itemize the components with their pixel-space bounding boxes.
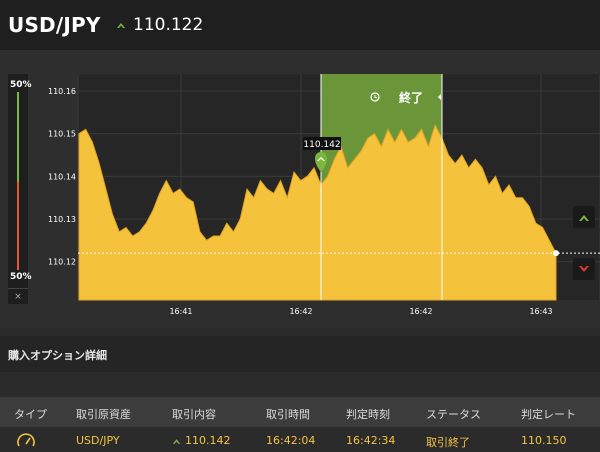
- entry-rate-label: 110.142: [303, 140, 340, 150]
- col-asset: 取引原資産: [76, 408, 131, 421]
- col-judge-rate: 判定レート: [521, 408, 576, 421]
- y-tick-label: 110.13: [48, 215, 76, 224]
- y-tick-label: 110.12: [48, 258, 76, 267]
- table-row[interactable]: USD/JPY 110.142 16:42:04 16:42:34 取引終了 1…: [0, 427, 600, 452]
- row-trade-time: 16:42:04: [266, 434, 316, 447]
- up-chevron-icon: [172, 438, 181, 444]
- row-content: 110.142: [172, 434, 231, 447]
- row-judge-rate: 110.150: [521, 434, 567, 447]
- row-status: 取引終了: [426, 436, 470, 449]
- high-button[interactable]: [573, 206, 595, 228]
- y-axis: 110.16 110.15 110.14 110.13 110.12: [48, 87, 76, 267]
- row-judge-time: 16:42:34: [346, 434, 396, 447]
- section-title: 購入オプション詳細: [8, 349, 107, 362]
- row-asset: USD/JPY: [76, 434, 120, 447]
- x-axis: 16:41 16:42 16:42 16:43: [169, 307, 552, 316]
- gauge-icon: [17, 433, 35, 447]
- table-header: タイプ 取引原資産 取引内容 取引時間 判定時刻 ステータス 判定レート: [0, 397, 600, 427]
- current-rate-dot: [553, 250, 559, 257]
- col-content: 取引内容: [172, 408, 216, 421]
- y-tick-label: 110.15: [48, 130, 76, 139]
- y-tick-label: 110.16: [48, 87, 76, 96]
- low-arrow-icon: [579, 266, 589, 272]
- end-zone-label: 終了: [399, 90, 423, 105]
- x-tick-label: 16:42: [289, 307, 312, 316]
- low-button[interactable]: [573, 258, 595, 280]
- purchase-details-header: 購入オプション詳細: [0, 336, 600, 372]
- x-tick-label: 16:41: [169, 307, 192, 316]
- col-judge-time: 判定時刻: [346, 408, 390, 421]
- price-chart[interactable]: 終了 110.142 110.16110.15110.14110.13110.1…: [0, 0, 600, 330]
- x-tick-label: 16:42: [409, 307, 432, 316]
- row-content-rate: 110.142: [185, 434, 231, 447]
- col-trade-time: 取引時間: [266, 408, 310, 421]
- col-type: タイプ: [14, 408, 47, 421]
- high-arrow-icon: [579, 215, 589, 221]
- x-tick-label: 16:43: [529, 307, 552, 316]
- col-status: ステータス: [426, 408, 481, 421]
- y-tick-label: 110.14: [48, 172, 76, 181]
